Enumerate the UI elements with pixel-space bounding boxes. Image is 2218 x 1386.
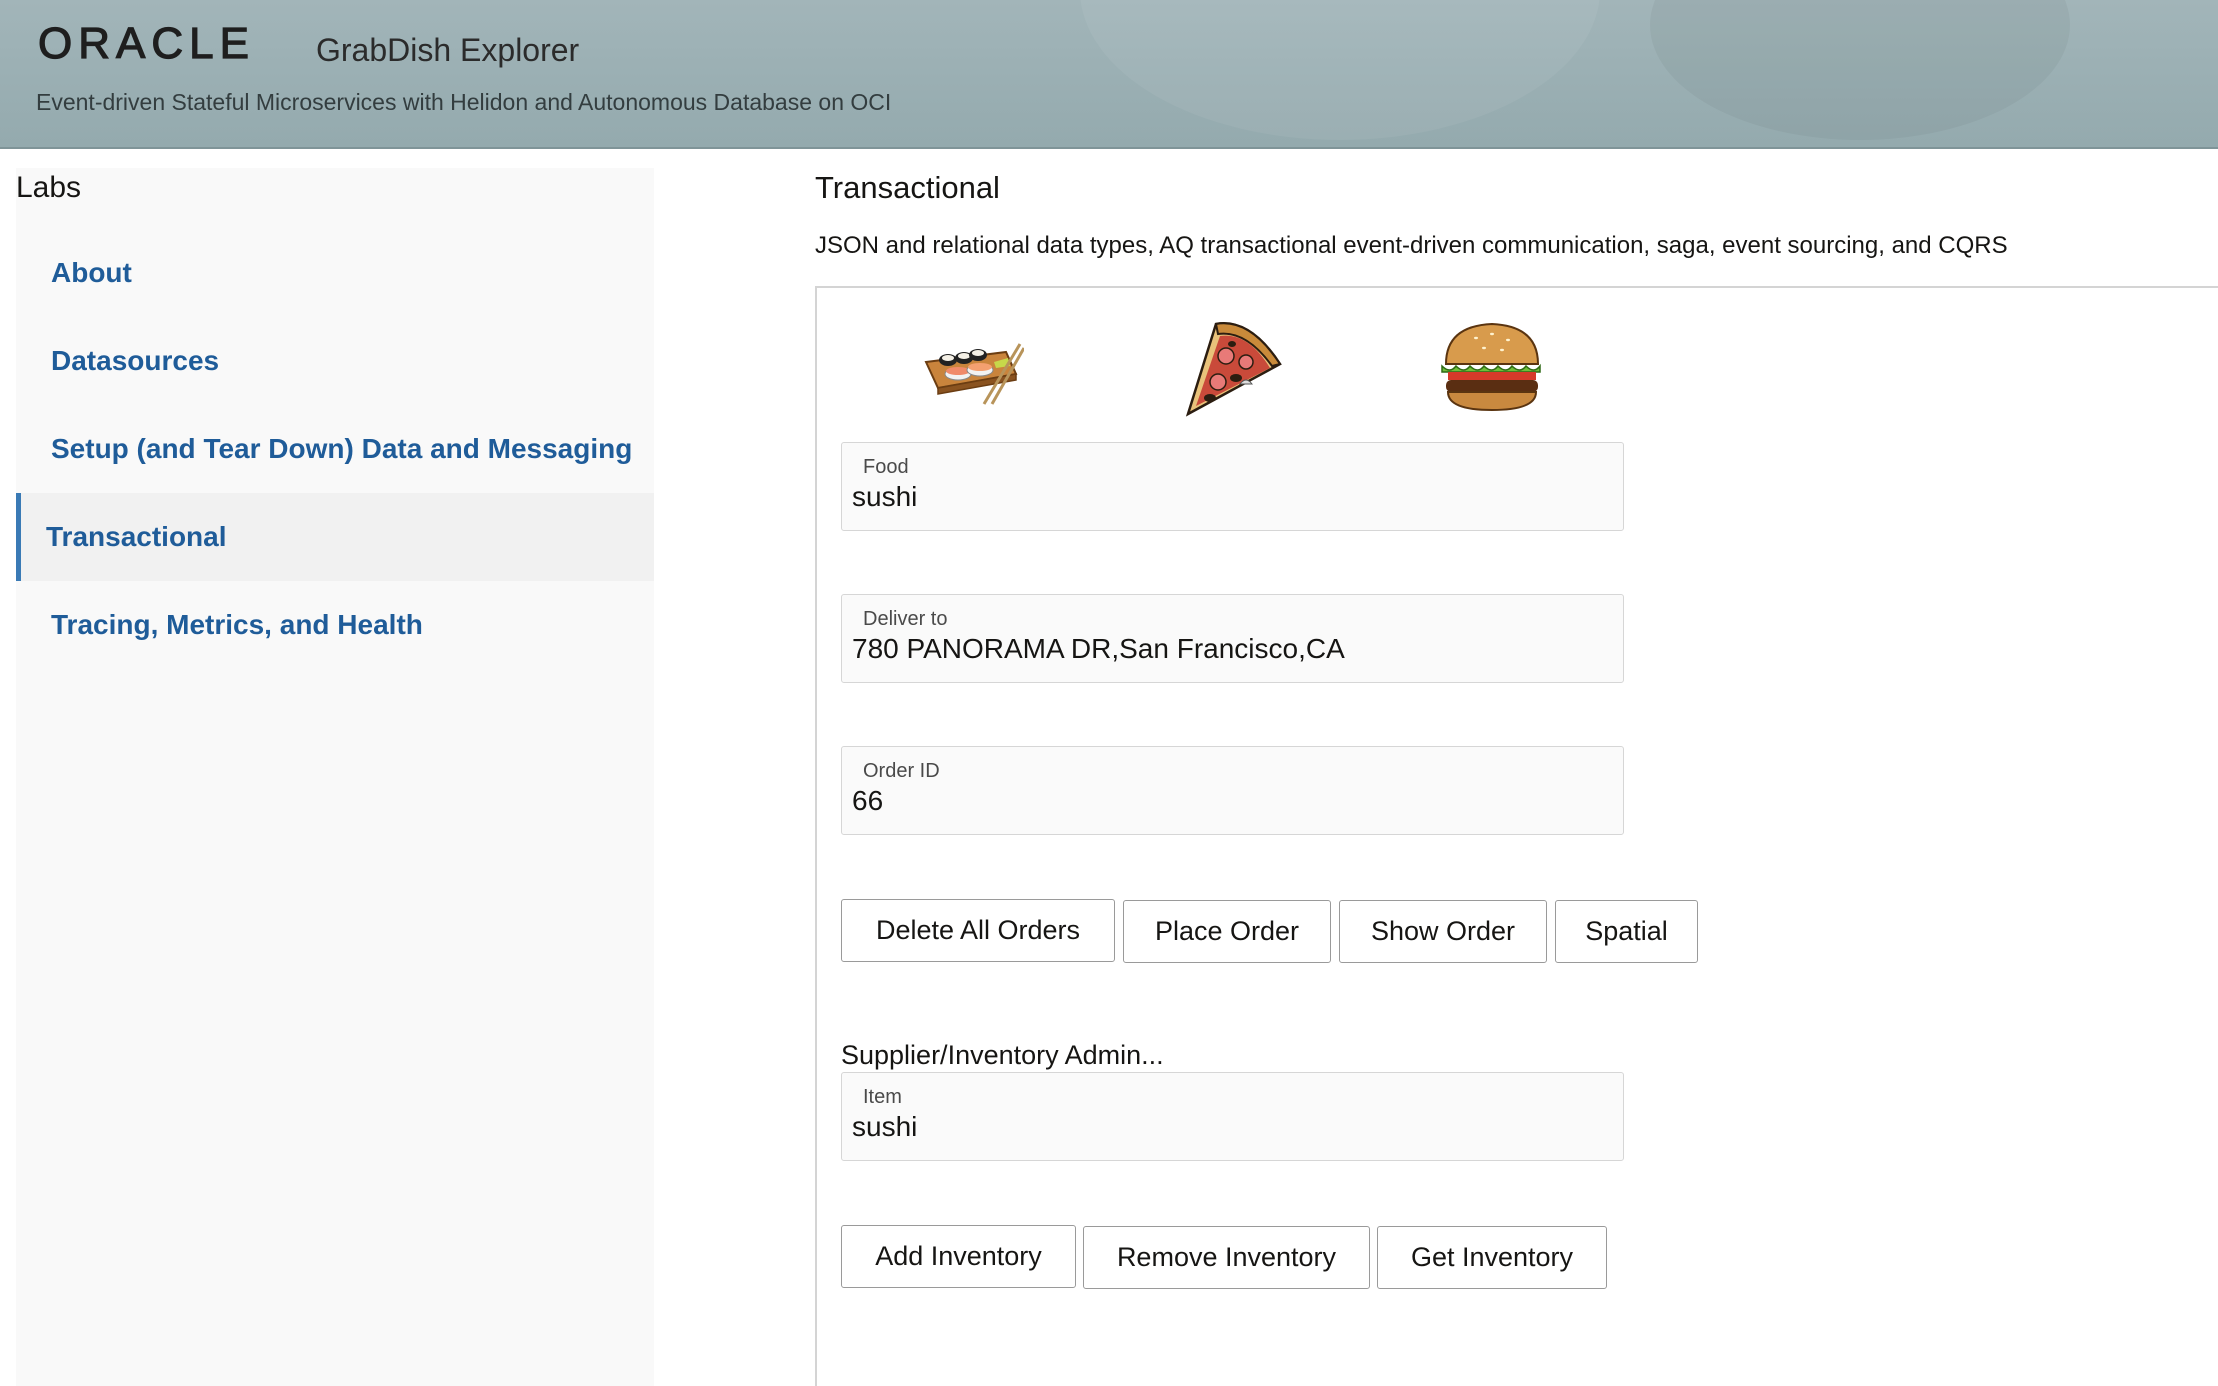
oracle-logo: ORACLE: [37, 19, 255, 68]
item-field: Item: [841, 1072, 1624, 1161]
add-inventory-button[interactable]: Add Inventory: [841, 1225, 1076, 1288]
deliver-to-field: Deliver to: [841, 594, 1624, 683]
app-title: GrabDish Explorer: [316, 32, 580, 68]
labs-nav: About Datasources Setup (and Tear Down) …: [16, 229, 654, 669]
order-id-field-label: Order ID: [863, 760, 940, 782]
pizza-icon[interactable]: [1180, 314, 1284, 418]
app-subtitle: Event-driven Stateful Microservices with…: [36, 89, 892, 115]
place-order-button[interactable]: Place Order: [1123, 900, 1331, 963]
show-order-button[interactable]: Show Order: [1339, 900, 1547, 963]
page-title: Transactional: [815, 170, 1000, 205]
deliver-to-field-label: Deliver to: [863, 608, 948, 630]
app-header: ORACLE GrabDish Explorer Event-driven St…: [0, 0, 2218, 149]
food-input[interactable]: [852, 481, 1612, 513]
food-field: Food: [841, 442, 1624, 531]
sidebar-title: Labs: [16, 171, 82, 204]
supplier-section-title: Supplier/Inventory Admin...: [841, 1040, 1164, 1070]
item-input[interactable]: [852, 1111, 1612, 1143]
sidebar-item-setup[interactable]: Setup (and Tear Down) Data and Messaging: [16, 405, 654, 493]
sidebar-item-datasources[interactable]: Datasources: [16, 317, 654, 405]
food-field-label: Food: [863, 456, 909, 478]
page-description: JSON and relational data types, AQ trans…: [815, 232, 2008, 259]
remove-inventory-button[interactable]: Remove Inventory: [1083, 1226, 1370, 1289]
burger-icon[interactable]: [1440, 320, 1544, 414]
header-decoration: [1650, 0, 2070, 140]
order-id-input[interactable]: [852, 785, 1612, 817]
item-field-label: Item: [863, 1086, 902, 1108]
sidebar-item-about[interactable]: About: [16, 229, 654, 317]
delete-all-orders-button[interactable]: Delete All Orders: [841, 899, 1115, 962]
get-inventory-button[interactable]: Get Inventory: [1377, 1226, 1607, 1289]
order-id-field: Order ID: [841, 746, 1624, 835]
sidebar-item-transactional[interactable]: Transactional: [16, 493, 654, 581]
spatial-button[interactable]: Spatial: [1555, 900, 1698, 963]
sidebar-item-tracing[interactable]: Tracing, Metrics, and Health: [16, 581, 654, 669]
header-decoration: [1080, 0, 1600, 140]
sushi-icon[interactable]: [920, 322, 1024, 406]
deliver-to-input[interactable]: [852, 633, 1612, 665]
labs-sidebar: Labs About Datasources Setup (and Tear D…: [16, 168, 654, 1386]
